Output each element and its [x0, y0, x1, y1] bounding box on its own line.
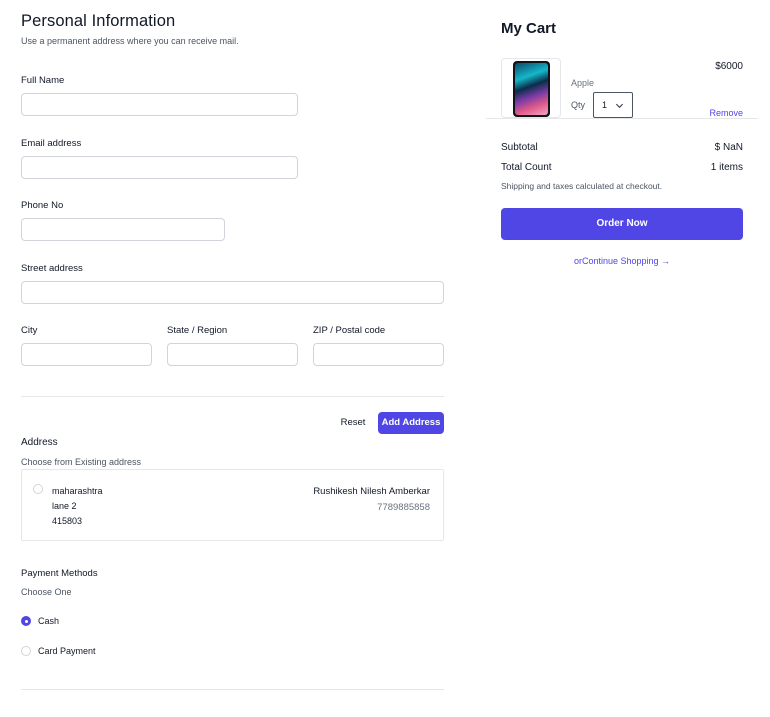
cash-label[interactable]: Cash: [38, 616, 59, 626]
phone-label: Phone No: [21, 200, 64, 211]
address-phone: 7789885858: [377, 502, 430, 513]
state-label: State / Region: [167, 325, 228, 336]
email-input[interactable]: [21, 156, 298, 179]
email-label: Email address: [21, 138, 82, 149]
state-input[interactable]: [167, 343, 298, 366]
address-card[interactable]: maharashtra lane 2 415803 Rushikesh Nile…: [21, 469, 444, 541]
page-title: Personal Information: [21, 12, 176, 30]
add-address-button[interactable]: Add Address: [378, 412, 444, 434]
phone-input[interactable]: [21, 218, 225, 241]
chevron-down-icon: [615, 103, 624, 109]
product-thumbnail[interactable]: [501, 58, 561, 118]
form-divider: [21, 396, 444, 397]
zip-input[interactable]: [313, 343, 444, 366]
product-price: $6000: [715, 61, 743, 72]
order-now-button[interactable]: Order Now: [501, 208, 743, 240]
qty-value: 1: [602, 100, 608, 110]
card-payment-radio[interactable]: [21, 646, 31, 656]
address-street: lane 2: [52, 501, 77, 511]
payment-heading: Payment Methods: [21, 568, 98, 579]
arrow-right-icon: →: [661, 256, 671, 266]
qty-label: Qty: [571, 100, 586, 110]
cart-divider: [486, 118, 758, 119]
subtotal-value: $ NaN: [714, 142, 743, 153]
bottom-divider: [21, 689, 444, 690]
shipping-note: Shipping and taxes calculated at checkou…: [501, 181, 663, 191]
remove-link[interactable]: Remove: [709, 108, 743, 118]
address-radio[interactable]: [33, 484, 43, 494]
cash-radio[interactable]: [21, 616, 31, 626]
product-brand: Apple: [571, 78, 595, 88]
address-name: Rushikesh Nilesh Amberkar: [313, 486, 430, 497]
subtotal-label: Subtotal: [501, 142, 538, 153]
zip-label: ZIP / Postal code: [313, 325, 386, 336]
total-count-value: 1 items: [710, 162, 743, 173]
phone-image: [513, 61, 550, 117]
city-label: City: [21, 325, 38, 336]
continue-prefix: or: [573, 256, 582, 266]
street-input[interactable]: [21, 281, 444, 304]
full-name-label: Full Name: [21, 75, 65, 86]
street-label: Street address: [21, 263, 83, 274]
card-payment-label[interactable]: Card Payment: [38, 646, 96, 656]
page-subtitle: Use a permanent address where you can re…: [21, 36, 239, 46]
address-subheading: Choose from Existing address: [21, 457, 142, 467]
address-pin: 415803: [52, 516, 83, 526]
city-input[interactable]: [21, 343, 152, 366]
continue-shopping-link[interactable]: Continue Shopping: [582, 256, 659, 266]
total-count-label: Total Count: [501, 162, 552, 173]
payment-subheading: Choose One: [21, 587, 72, 597]
reset-button[interactable]: Reset: [336, 412, 370, 434]
full-name-input[interactable]: [21, 93, 298, 116]
cart-title: My Cart: [501, 20, 557, 37]
continue-shopping: orContinue Shopping →: [501, 256, 743, 266]
address-state: maharashtra: [52, 486, 103, 496]
qty-select[interactable]: 1: [593, 92, 633, 118]
address-heading: Address: [21, 437, 58, 448]
